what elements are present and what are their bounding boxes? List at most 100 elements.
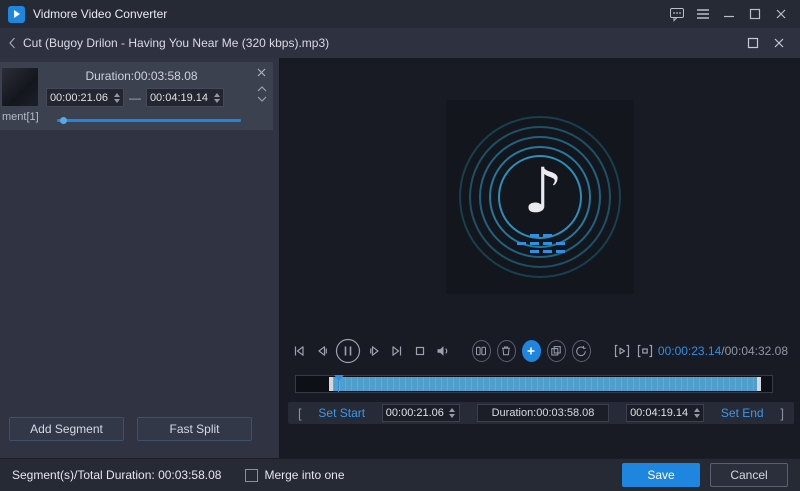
chevron-up-icon <box>257 86 267 92</box>
split-button[interactable] <box>472 340 491 362</box>
set-end-button[interactable]: Set End <box>721 406 764 420</box>
player-area: ♪ <box>280 58 800 458</box>
dialog-controls <box>740 32 792 54</box>
timeline-start-handle[interactable] <box>329 377 333 391</box>
timeline-end-handle[interactable] <box>757 377 761 391</box>
trim-end-stepper[interactable] <box>691 408 702 418</box>
copy-button[interactable] <box>547 340 566 362</box>
trim-start-stepper[interactable] <box>447 408 458 418</box>
trim-bar: [ Set Start Duration:00:03:58.08 Set End… <box>288 402 794 424</box>
cancel-button[interactable]: Cancel <box>710 463 788 487</box>
step-forward-button[interactable] <box>365 338 384 364</box>
segment-duration-label: Duration:00:03:58.08 <box>40 69 243 83</box>
volume-button[interactable] <box>433 338 452 364</box>
merge-option: Merge into one <box>245 468 344 482</box>
total-duration-label: Segment(s)/Total Duration: 00:03:58.08 <box>12 468 221 482</box>
skip-end-button[interactable] <box>388 338 407 364</box>
step-down-icon <box>449 414 455 418</box>
merge-checkbox[interactable] <box>245 469 258 482</box>
close-bracket: ] <box>780 406 784 421</box>
minimize-button[interactable] <box>716 3 742 25</box>
feedback-icon <box>669 7 685 22</box>
music-note-icon: ♪ <box>523 154 563 227</box>
total-time: /00:04:32.08 <box>721 344 788 358</box>
timeline-selection[interactable] <box>333 377 757 391</box>
window-controls <box>664 3 794 25</box>
trim-end-time-spinbox[interactable] <box>626 404 704 422</box>
segment-end-stepper[interactable] <box>211 93 222 103</box>
maximize-button[interactable] <box>742 3 768 25</box>
titlebar: Vidmore Video Converter <box>0 0 800 28</box>
step-forward-icon <box>367 343 383 359</box>
pause-button[interactable] <box>335 337 361 365</box>
step-up-icon <box>694 408 700 412</box>
close-icon <box>775 8 787 20</box>
step-down-icon <box>114 99 120 103</box>
step-down-icon <box>214 99 220 103</box>
trim-end-time-input[interactable] <box>627 407 691 419</box>
dialog-close-icon <box>773 37 785 49</box>
set-start-button[interactable]: Set Start <box>318 406 365 420</box>
footer-bar: Segment(s)/Total Duration: 00:03:58.08 M… <box>0 458 800 491</box>
play-segment-button[interactable] <box>613 338 632 364</box>
segment-move-up-button[interactable] <box>257 86 267 92</box>
dialog-close-button[interactable] <box>766 32 792 54</box>
playback-controls: 00:00:23.14/00:04:32.08 <box>290 336 788 366</box>
playhead-marker[interactable] <box>334 375 344 381</box>
delete-button[interactable] <box>497 340 516 362</box>
app-window: Vidmore Video Converter <box>0 0 800 491</box>
segment-slider-handle[interactable] <box>60 117 67 124</box>
segment-panel-buttons: Add Segment Fast Split <box>9 417 252 441</box>
pause-icon <box>335 338 361 364</box>
segment-start-time-spinbox[interactable] <box>46 88 124 107</box>
equalizer-bars <box>517 234 565 253</box>
frame-capture-button[interactable] <box>635 338 654 364</box>
stop-icon <box>412 343 428 359</box>
step-down-icon <box>694 414 700 418</box>
segment-end-time-spinbox[interactable] <box>146 88 224 107</box>
dialog-maximize-button[interactable] <box>740 32 766 54</box>
segment-start-stepper[interactable] <box>111 93 122 103</box>
save-button[interactable]: Save <box>622 463 700 487</box>
minimize-icon <box>723 8 735 20</box>
plus-icon <box>525 345 537 357</box>
volume-icon <box>435 343 451 359</box>
segment-item[interactable]: Duration:00:03:58.08 <box>0 62 273 130</box>
segment-end-time-input[interactable] <box>147 92 211 104</box>
audio-visualizer: ♪ <box>446 100 634 294</box>
add-button[interactable] <box>522 340 541 362</box>
step-back-button[interactable] <box>313 338 332 364</box>
close-button[interactable] <box>768 3 794 25</box>
segment-remove-icon <box>257 68 266 77</box>
trim-duration-label: Duration:00:03:58.08 <box>477 404 610 422</box>
feedback-button[interactable] <box>664 3 690 25</box>
menu-button[interactable] <box>690 3 716 25</box>
timeline-track[interactable] <box>295 375 773 393</box>
frame-capture-icon <box>636 343 654 359</box>
segment-time-range: — <box>46 88 224 107</box>
segment-remove-button[interactable] <box>253 65 269 79</box>
stop-button[interactable] <box>411 338 430 364</box>
fast-split-button[interactable]: Fast Split <box>137 417 252 441</box>
segment-mini-slider[interactable] <box>57 119 241 122</box>
dialog-maximize-icon <box>747 37 759 49</box>
menu-icon <box>696 8 710 20</box>
add-segment-button[interactable]: Add Segment <box>9 417 124 441</box>
cut-dialog-header: Cut (Bugoy Drilon - Having You Near Me (… <box>0 28 800 58</box>
step-back-icon <box>314 343 330 359</box>
back-icon[interactable] <box>8 37 16 49</box>
skip-start-button[interactable] <box>290 338 309 364</box>
trim-start-time-spinbox[interactable] <box>382 404 460 422</box>
step-up-icon <box>114 93 120 97</box>
segment-reorder-controls <box>254 86 270 102</box>
skip-end-icon <box>389 343 405 359</box>
maximize-icon <box>749 8 761 20</box>
step-up-icon <box>214 93 220 97</box>
trim-start-time-input[interactable] <box>383 407 447 419</box>
segment-start-time-input[interactable] <box>47 92 111 104</box>
app-logo-icon <box>8 6 25 23</box>
reset-button[interactable] <box>572 340 591 362</box>
open-bracket: [ <box>298 406 302 421</box>
range-separator: — <box>129 91 141 105</box>
segment-move-down-button[interactable] <box>257 96 267 102</box>
